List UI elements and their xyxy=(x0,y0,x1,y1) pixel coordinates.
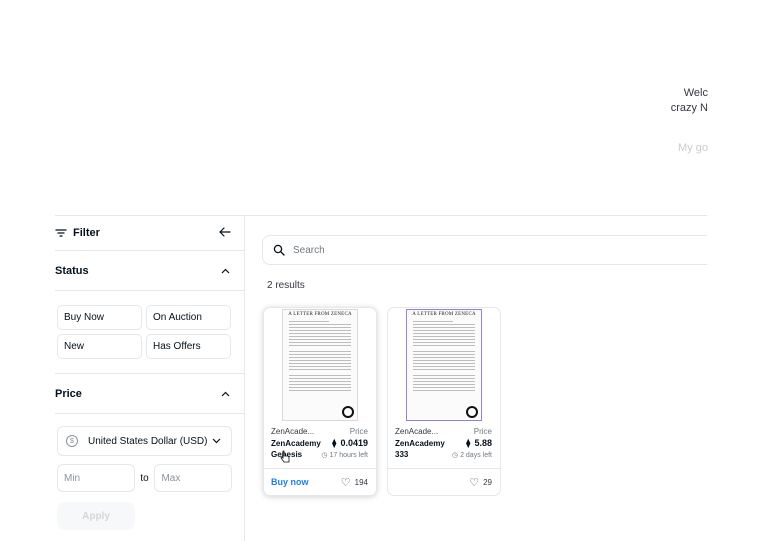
price-range: Min to Max xyxy=(57,464,232,492)
favorite-button[interactable]: ♡ 194 xyxy=(341,476,368,489)
search-bar[interactable]: Search xyxy=(262,235,707,265)
heart-icon: ♡ xyxy=(469,476,480,489)
filter-header[interactable]: Filter xyxy=(55,215,244,251)
arrow-left-icon[interactable] xyxy=(218,225,232,239)
welcome-line-2: crazy N xyxy=(670,102,708,114)
welcome-line-1: Welc xyxy=(683,87,708,99)
nft-card[interactable]: A LETTER FROM ZENECA ZenAcade... ZenAcad… xyxy=(387,307,501,496)
welcome-line-3: My go xyxy=(678,142,708,154)
eth-icon: ⧫ xyxy=(332,438,337,448)
favorite-button[interactable]: ♡ 29 xyxy=(469,476,492,489)
status-chip-buy-now[interactable]: Buy Now xyxy=(57,305,142,330)
item-name: ZenAcademy 333 xyxy=(395,439,445,459)
results-count: 2 results xyxy=(267,280,305,291)
max-price-input[interactable]: Max xyxy=(154,464,232,492)
currency-value: United States Dollar (USD) xyxy=(88,435,208,447)
eth-icon: ⧫ xyxy=(466,438,471,448)
welcome-text: Welc crazy N My go xyxy=(671,86,708,156)
card-footer: ♡ 29 xyxy=(388,468,500,495)
price-value: ⧫ 0.0419 xyxy=(332,438,368,448)
status-section-header[interactable]: Status xyxy=(55,251,244,291)
seal-icon xyxy=(466,406,478,418)
apply-button[interactable]: Apply xyxy=(57,502,135,530)
doc-title: A LETTER FROM ZENECA xyxy=(412,312,476,317)
status-chip-on-auction[interactable]: On Auction xyxy=(146,305,231,330)
nft-image: A LETTER FROM ZENECA xyxy=(406,309,482,421)
filter-title: Filter xyxy=(73,226,100,239)
nft-image: A LETTER FROM ZENECA xyxy=(282,309,358,421)
chevron-down-icon xyxy=(212,438,221,444)
chevron-up-icon xyxy=(221,391,230,396)
seal-icon xyxy=(342,406,354,418)
price-label: Price xyxy=(349,427,368,436)
status-title: Status xyxy=(55,264,89,277)
nft-card[interactable]: A LETTER FROM ZENECA ZenAcade... ZenAcad… xyxy=(263,307,377,496)
card-footer: Buy now ♡ 194 xyxy=(264,468,376,495)
search-icon xyxy=(273,244,285,256)
price-section-header[interactable]: Price xyxy=(55,374,244,414)
status-options: Buy Now On Auction New Has Offers xyxy=(55,291,244,374)
dollar-icon: $ xyxy=(66,435,78,447)
status-chip-new[interactable]: New xyxy=(57,334,142,359)
price-value: ⧫ 5.88 xyxy=(466,438,492,448)
time-left: ◷ 2 days left xyxy=(452,452,492,459)
min-price-input[interactable]: Min xyxy=(57,464,135,492)
price-label: Price xyxy=(473,427,492,436)
filter-icon xyxy=(55,228,67,237)
filter-sidebar: Filter Status Buy Now On Auction New Has… xyxy=(55,215,245,541)
time-left: ◷ 17 hours left xyxy=(321,452,368,459)
card-info: ZenAcade... ZenAcademy 333 Price ⧫ 5.88 ◷ … xyxy=(388,421,500,465)
pointer-cursor-icon xyxy=(280,450,290,463)
range-to-label: to xyxy=(140,472,149,484)
chevron-up-icon xyxy=(221,268,230,273)
price-filter: $ United States Dollar (USD) Min to Max … xyxy=(55,414,244,530)
status-chip-has-offers[interactable]: Has Offers xyxy=(146,334,231,359)
currency-select[interactable]: $ United States Dollar (USD) xyxy=(57,426,232,456)
search-input[interactable]: Search xyxy=(293,245,325,256)
buy-now-button[interactable]: Buy now xyxy=(271,477,309,487)
heart-icon: ♡ xyxy=(340,476,351,489)
price-title: Price xyxy=(55,387,82,400)
doc-title: A LETTER FROM ZENECA xyxy=(288,312,352,317)
